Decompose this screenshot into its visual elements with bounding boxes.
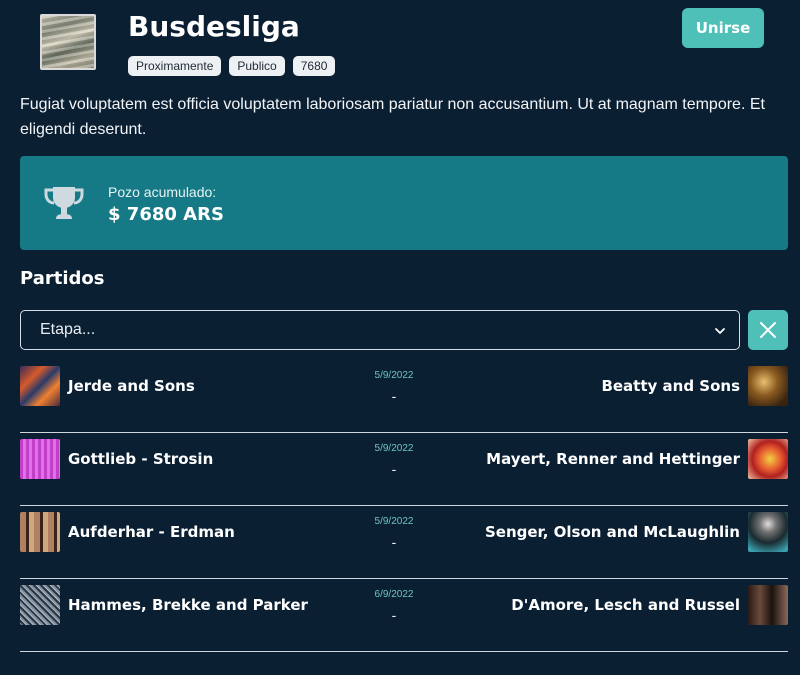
match-score: - [391,607,397,623]
league-description: Fugiat voluptatem est officia voluptatem… [20,96,765,138]
home-team-image [20,366,60,406]
matches-title: Partidos [20,268,105,289]
league-logo [40,14,96,70]
away-team-image [748,439,788,479]
jackpot-label: Pozo acumulado: [108,184,217,200]
league-header: Busdesliga Proximamente Publico 7680 Uni… [20,0,788,90]
jackpot-amount: $ 7680 ARS [108,204,224,225]
home-team-image [20,439,60,479]
stage-select[interactable]: Etapa... [20,310,740,350]
away-team-image [748,585,788,625]
match-row[interactable]: Hammes, Brekke and Parker 6/9/2022 - D'A… [20,579,788,652]
away-team-name: Beatty and Sons [601,377,740,395]
home-team-image [20,512,60,552]
jackpot-card: Pozo acumulado: $ 7680 ARS [20,156,788,250]
match-date: 5/9/2022 [374,370,414,381]
id-badge: 7680 [292,56,336,76]
away-team-name: Senger, Olson and McLaughlin [484,523,740,541]
home-team-image [20,585,60,625]
match-date: 5/9/2022 [374,516,414,527]
trophy-icon [44,187,84,219]
home-team-name: Aufderhar - Erdman [68,523,235,541]
join-button[interactable]: Unirse [682,8,764,48]
away-team-name: D'Amore, Lesch and Russel [511,596,740,614]
match-row[interactable]: Gottlieb - Strosin 5/9/2022 - Mayert, Re… [20,433,788,506]
clear-filter-button[interactable] [748,310,788,350]
home-team-name: Jerde and Sons [68,377,195,395]
status-badge: Proximamente [128,56,222,76]
match-row[interactable]: Jerde and Sons 5/9/2022 - Beatty and Son… [20,360,788,433]
league-page: Busdesliga Proximamente Publico 7680 Uni… [0,0,800,675]
league-badges: Proximamente Publico 7680 [128,56,336,76]
away-team-image [748,512,788,552]
match-score: - [391,461,397,477]
matches-list: Jerde and Sons 5/9/2022 - Beatty and Son… [20,360,788,652]
match-date: 5/9/2022 [374,443,414,454]
league-title: Busdesliga [128,10,300,43]
home-team-name: Gottlieb - Strosin [68,450,214,468]
home-team-name: Hammes, Brekke and Parker [68,596,308,614]
match-row[interactable]: Aufderhar - Erdman 5/9/2022 - Senger, Ol… [20,506,788,579]
close-icon [760,322,776,338]
visibility-badge: Publico [229,56,285,76]
match-date: 6/9/2022 [374,589,414,600]
chevron-down-icon [715,328,725,334]
match-score: - [391,534,397,550]
match-score: - [391,388,397,404]
away-team-name: Mayert, Renner and Hettinger [486,450,740,468]
away-team-image [748,366,788,406]
stage-placeholder: Etapa... [40,321,96,338]
